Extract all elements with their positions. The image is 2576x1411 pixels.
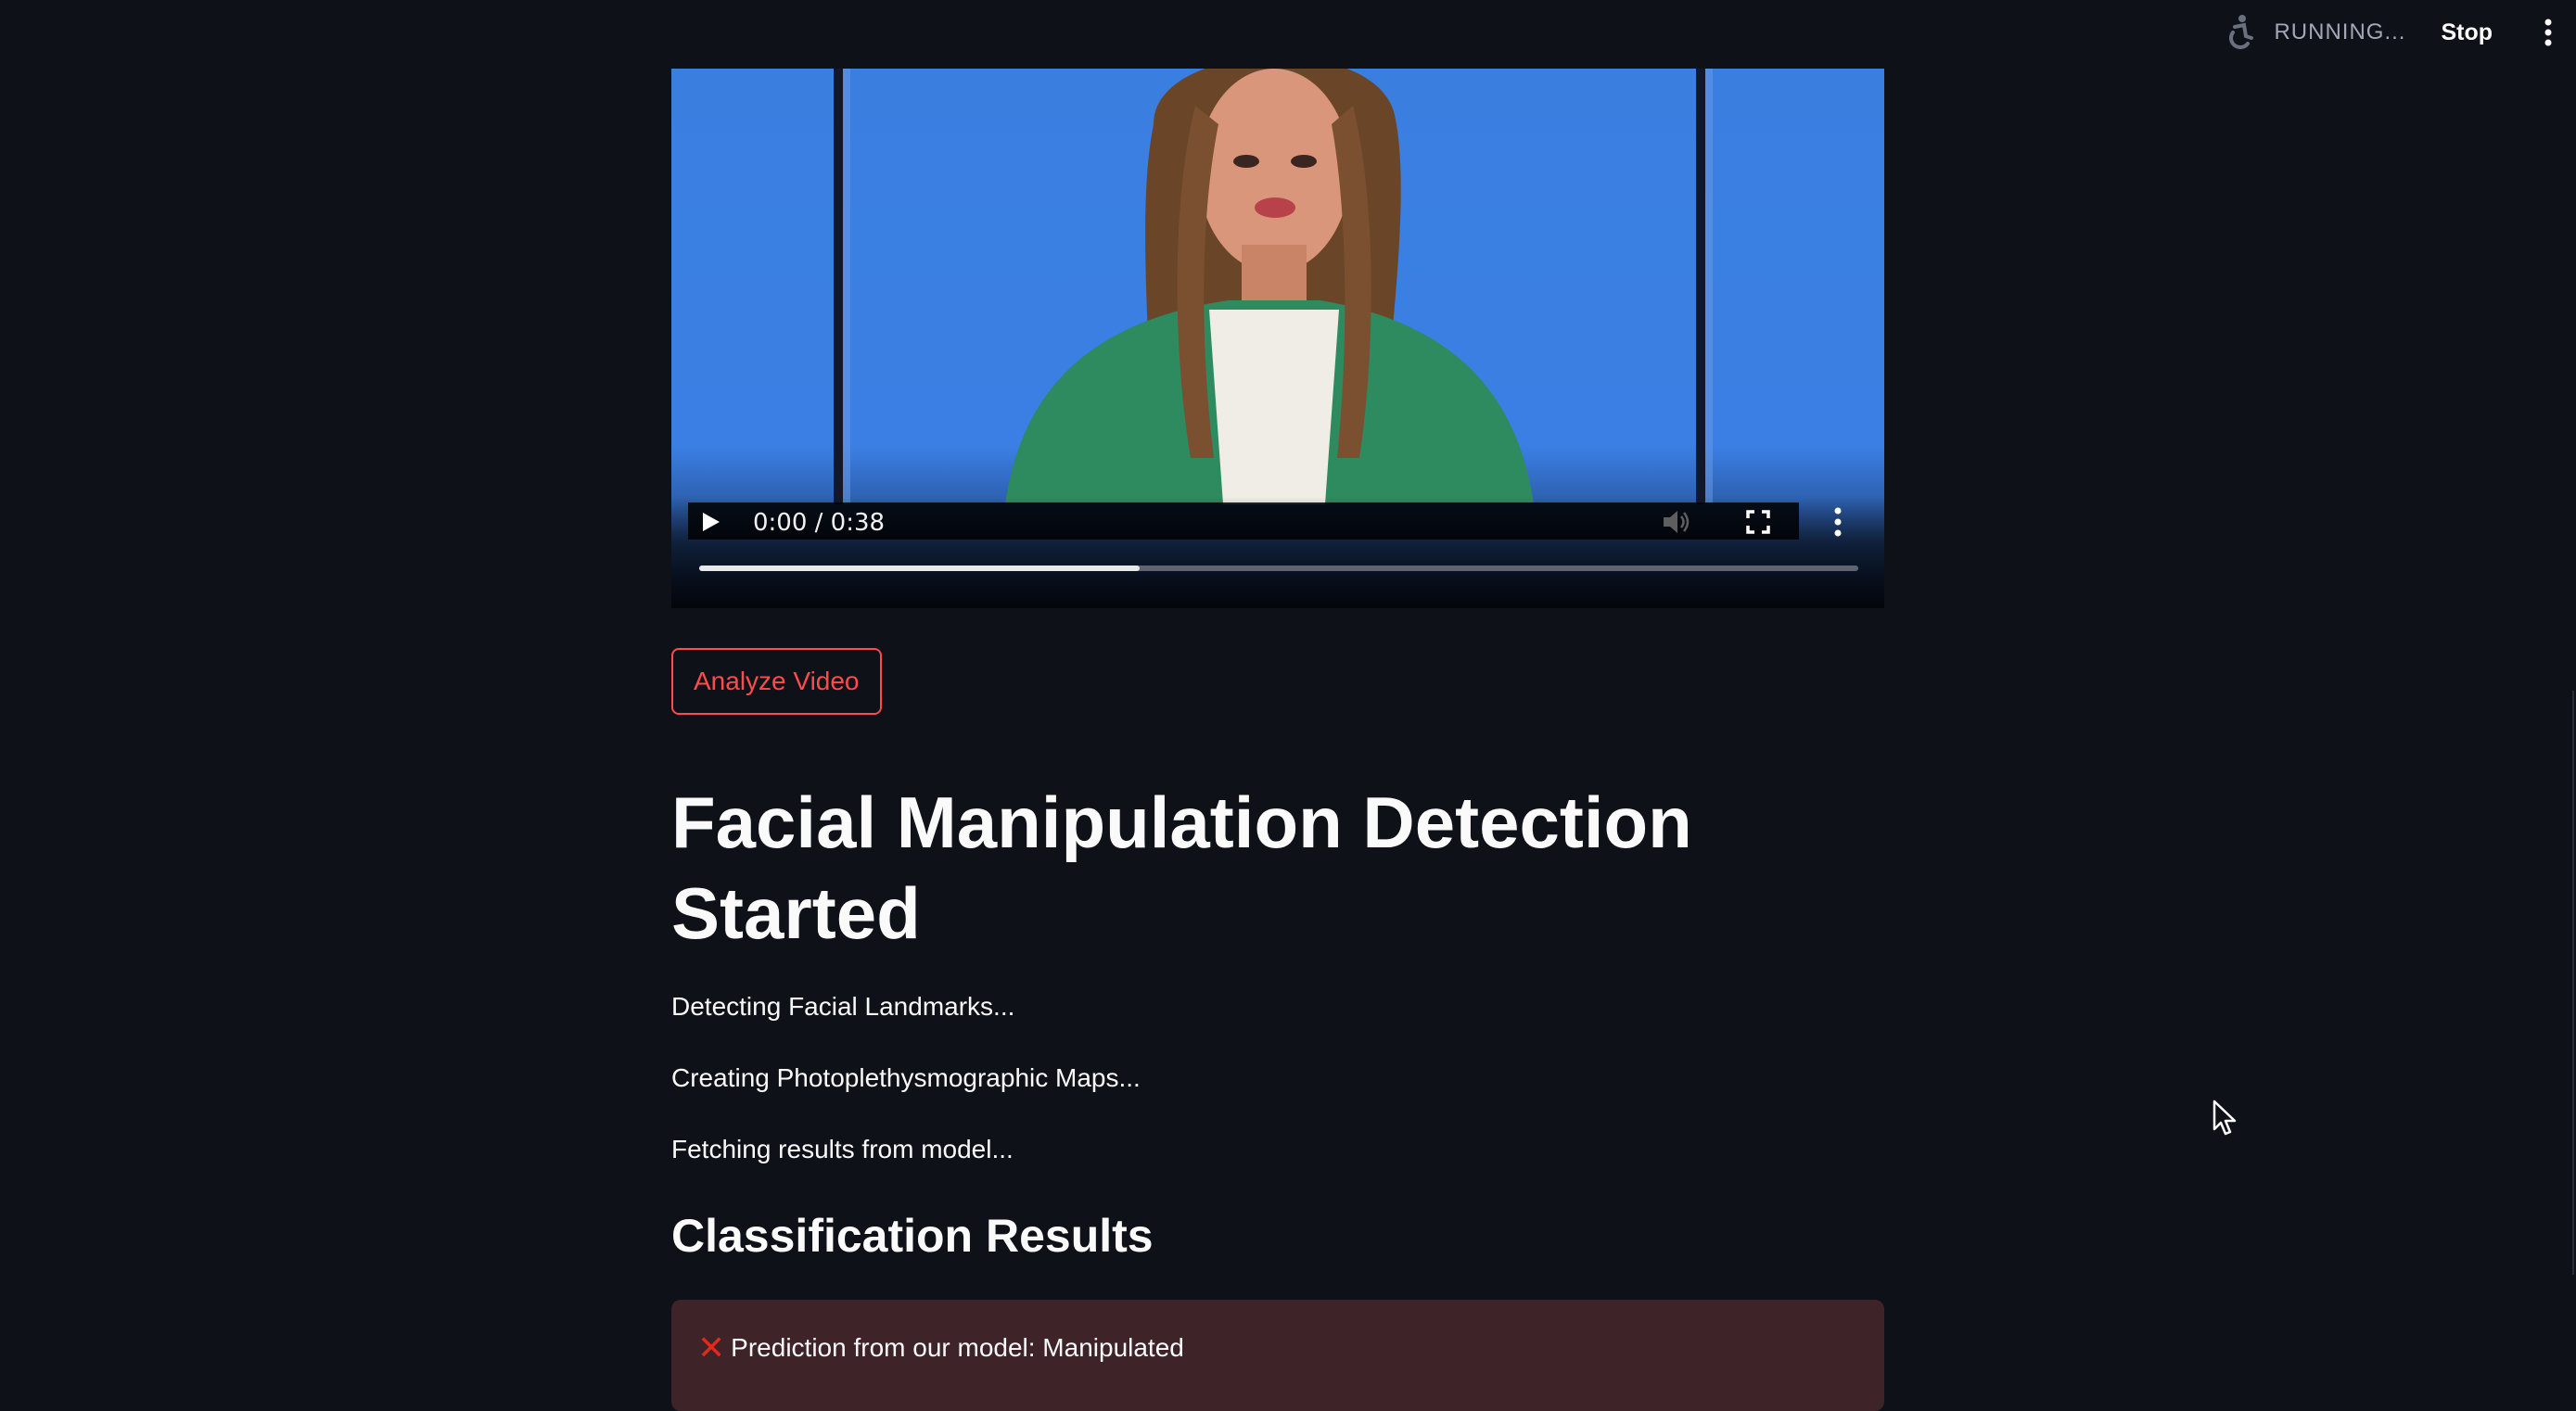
step-creating-maps: Creating Photoplethysmographic Maps... [671,1063,1141,1092]
video-player[interactable]: 0:00 / 0:38 [671,69,1884,608]
prediction-text: Prediction from our model: Manipulated [731,1333,1184,1362]
scrollbar-edge [2572,691,2574,1275]
running-label: RUNNING... [2274,19,2406,44]
more-options-icon[interactable] [1834,506,1842,538]
video-progress-bar[interactable] [699,566,1858,571]
analyze-video-button[interactable]: Analyze Video [671,648,882,715]
mouse-cursor-icon [2213,1100,2237,1136]
fullscreen-icon[interactable] [1745,509,1771,535]
play-icon[interactable] [699,511,721,533]
prediction-line: ✕ Prediction from our model: Manipulated [697,1331,1184,1365]
classification-results-heading: Classification Results [671,1210,1154,1262]
running-indicator: RUNNING... [2224,14,2405,51]
video-progress-fill [699,566,1140,571]
volume-icon[interactable] [1662,508,1691,536]
step-detecting-landmarks: Detecting Facial Landmarks... [671,992,1015,1021]
prediction-alert: ✕ Prediction from our model: Manipulated [671,1300,1884,1411]
time-display: 0:00 / 0:38 [753,509,886,537]
status-bar: RUNNING... Stop [2224,0,2576,65]
cross-mark-icon: ✕ [697,1328,726,1367]
stop-button[interactable]: Stop [2441,19,2493,46]
main-menu-icon[interactable] [2539,19,2557,46]
running-person-icon [2229,15,2254,49]
page-title: Facial Manipulation Detection Started [671,782,1692,954]
step-fetching-results: Fetching results from model... [671,1135,1014,1163]
